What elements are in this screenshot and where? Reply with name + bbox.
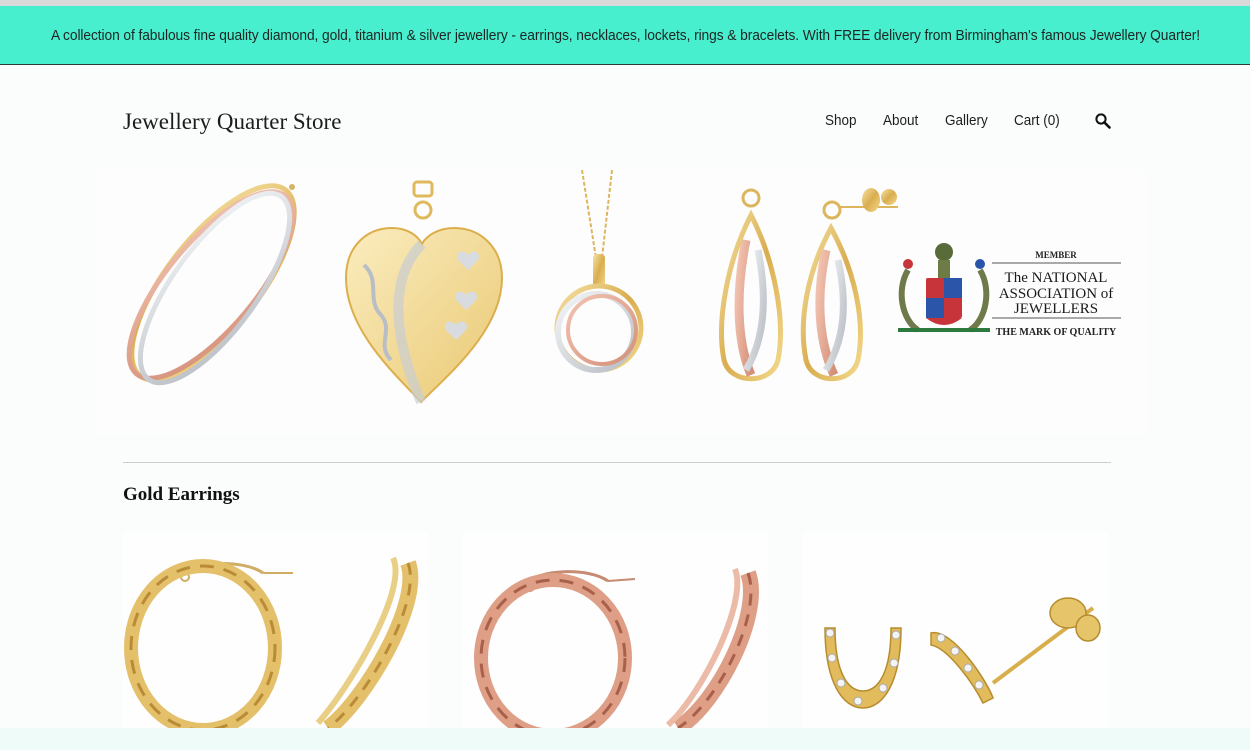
horseshoe-stud-earrings-image — [824, 597, 1101, 709]
product-card-gold-hoops[interactable] — [123, 533, 428, 728]
nav-gallery[interactable]: Gallery — [945, 112, 988, 129]
bangle-image — [126, 183, 297, 386]
store-title[interactable]: Jewellery Quarter Store — [123, 109, 341, 135]
nav-about[interactable]: About — [883, 112, 918, 129]
circle-pendant-image — [554, 170, 644, 373]
bottom-bar — [0, 728, 1250, 750]
product-card-rose-hoops[interactable] — [463, 533, 768, 728]
section-divider — [123, 462, 1111, 463]
naj-member-badge: MEMBER The NATIONAL ASSOCIATION of JEWEL… — [898, 243, 1121, 338]
product-card-horseshoe-studs[interactable] — [803, 533, 1108, 728]
hero-banner: MEMBER The NATIONAL ASSOCIATION of JEWEL… — [96, 170, 1146, 435]
nav-cart[interactable]: Cart (0) — [1014, 112, 1060, 129]
badge-tagline: THE MARK OF QUALITY — [996, 327, 1117, 338]
announcement-bar: A collection of fabulous fine quality di… — [0, 6, 1250, 65]
gold-hoop-earrings-image — [124, 556, 419, 728]
heart-locket-image — [344, 180, 504, 404]
nav-shop[interactable]: Shop — [825, 112, 857, 129]
drop-earrings-image — [719, 188, 898, 382]
badge-line1: The NATIONAL — [1005, 270, 1108, 286]
badge-line2: ASSOCIATION of — [999, 286, 1114, 302]
coat-of-arms-icon — [898, 243, 990, 333]
rose-gold-hoop-earrings-image — [474, 567, 759, 728]
badge-line3: JEWELLERS — [1014, 301, 1098, 317]
section-title: Gold Earrings — [123, 484, 240, 505]
search-icon[interactable] — [1094, 112, 1112, 130]
badge-member: MEMBER — [1035, 250, 1077, 260]
announcement-text: A collection of fabulous fine quality di… — [50, 26, 1200, 44]
